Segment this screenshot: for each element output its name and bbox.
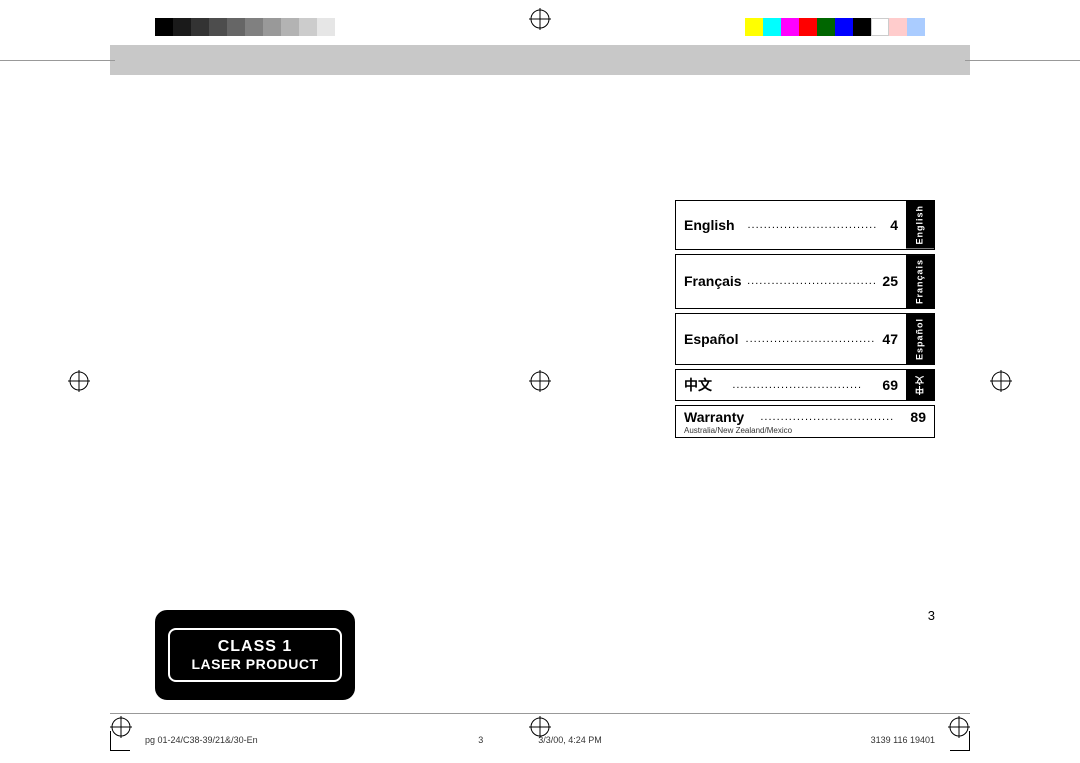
footer-line <box>110 713 970 714</box>
crosshair-center <box>529 370 551 397</box>
toc-tab-english: English <box>906 201 934 249</box>
toc-dots-english: ................................ <box>735 219 891 231</box>
gray-banner <box>110 45 970 75</box>
page-number: 3 <box>928 608 935 623</box>
toc-dots-chinese: ................................ <box>712 379 882 391</box>
toc-row-chinese: 中文 ................................ 69 中… <box>675 369 935 401</box>
toc-number-warranty: 89 <box>910 409 926 425</box>
color-squares-right <box>745 18 925 36</box>
h-line-left <box>0 60 115 61</box>
toc-row-espanol: Español ................................… <box>675 313 935 365</box>
footer: pg 01-24/C38-39/21&/30-En 3 3/3/00, 4:24… <box>0 703 1080 763</box>
color-squares-left <box>155 18 335 36</box>
toc-dots-espanol: ................................ <box>738 333 882 345</box>
toc-number-espanol: 47 <box>882 331 898 347</box>
main-content: English ................................… <box>0 120 1080 703</box>
toc-label-francais: Français <box>684 273 742 289</box>
toc-label-warranty: Warranty <box>684 409 744 425</box>
laser-product-box: CLASS 1 LASER PRODUCT <box>155 610 355 700</box>
toc-number-francais: 25 <box>882 273 898 289</box>
toc-dots-francais: ................................ <box>742 275 883 287</box>
crosshair-right <box>990 370 1012 397</box>
laser-line1: CLASS 1 <box>190 638 321 656</box>
top-section <box>0 0 1080 120</box>
toc-label-english: English <box>684 217 735 233</box>
toc-row-english: English ................................… <box>675 200 935 250</box>
laser-box-inner: CLASS 1 LASER PRODUCT <box>168 628 343 682</box>
crosshair-left <box>68 370 90 397</box>
toc-dots-warranty: ................................. <box>744 411 910 423</box>
crosshair-top <box>529 8 551 35</box>
toc-section: English ................................… <box>675 200 935 440</box>
footer-center-text: 3 3/3/00, 4:24 PM <box>478 735 602 745</box>
toc-number-chinese: 69 <box>882 377 898 393</box>
toc-row-warranty: Warranty ...............................… <box>675 405 935 438</box>
toc-tab-francais: Français <box>906 255 934 308</box>
footer-right-text: 3139 116 19401 <box>871 735 935 745</box>
toc-number-english: 4 <box>890 217 898 233</box>
toc-label-espanol: Español <box>684 331 738 347</box>
toc-tab-chinese: 中文 <box>906 370 934 400</box>
toc-row-francais: Français ...............................… <box>675 254 935 309</box>
footer-crosshair-right <box>948 716 970 743</box>
laser-line2: LASER PRODUCT <box>190 656 321 672</box>
footer-left-text: pg 01-24/C38-39/21&/30-En <box>145 735 258 745</box>
warranty-subtitle: Australia/New Zealand/Mexico <box>684 426 926 435</box>
footer-crosshair-left <box>110 716 132 743</box>
toc-label-chinese: 中文 <box>684 375 712 395</box>
h-line-right <box>965 60 1080 61</box>
toc-tab-espanol: Español <box>906 314 934 364</box>
